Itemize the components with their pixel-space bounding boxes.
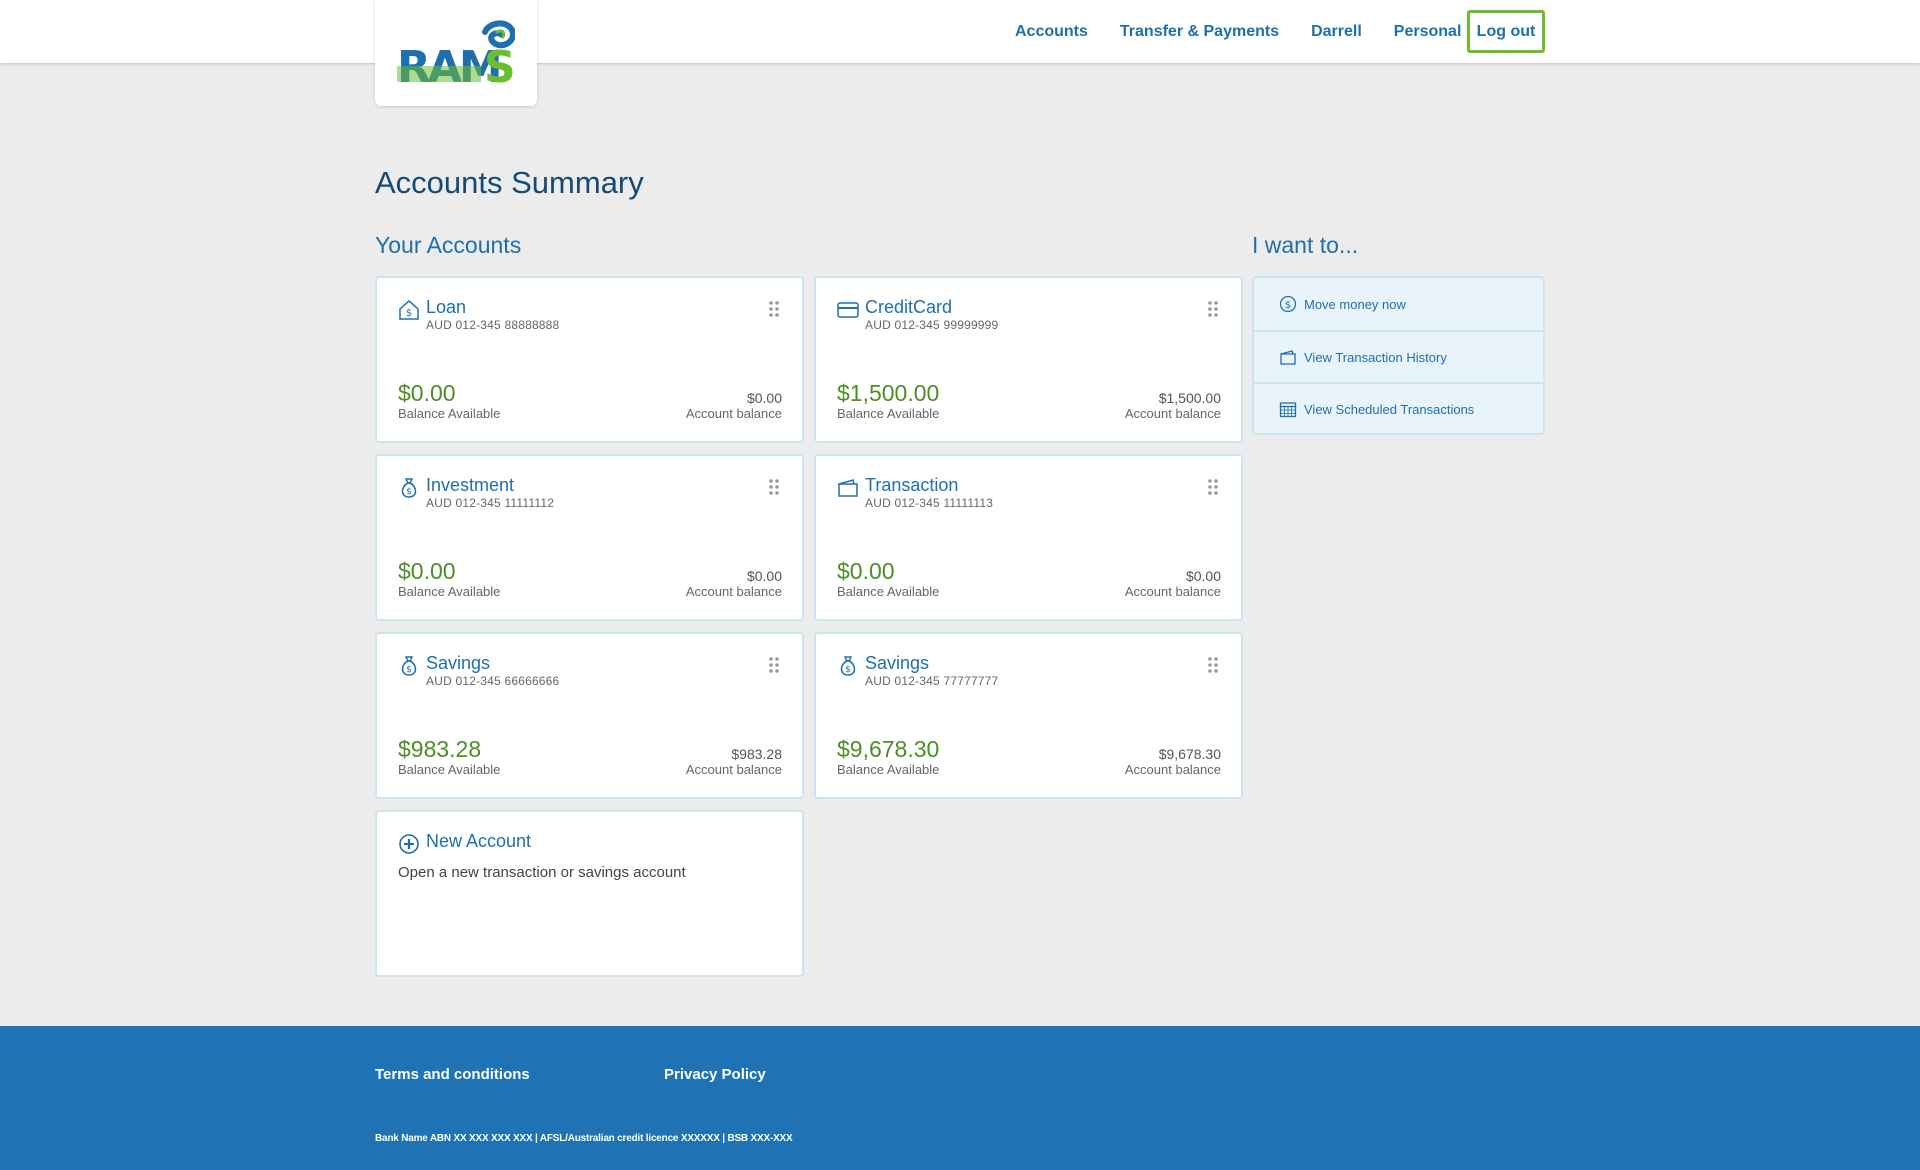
account-balance-value: $0.00: [746, 568, 782, 584]
account-card-savings-2[interactable]: $ Savings AUD 012-345 77777777 $9,678.30…: [814, 632, 1243, 799]
svg-text:$: $: [1285, 300, 1291, 311]
account-number: AUD 012-345 66666666: [426, 674, 560, 688]
account-card-transaction[interactable]: Transaction AUD 012-345 11111113 $0.00 B…: [814, 454, 1243, 621]
rams-logo[interactable]: RAM S: [375, 0, 537, 106]
account-card-loan[interactable]: $ Loan AUD 012-345 88888888 $0.00 Balanc…: [375, 276, 804, 443]
i-want-to-title: I want to...: [1252, 232, 1359, 258]
account-balance-label: Account balance: [685, 762, 782, 777]
legal-text: Bank Name ABN XX XXX XXX XXX | AFSL/Aust…: [375, 1133, 793, 1144]
balance-available-value: $983.28: [398, 736, 482, 762]
account-card-savings-1[interactable]: $ Savings AUD 012-345 66666666 $983.28 B…: [375, 632, 804, 799]
account-name[interactable]: Savings: [865, 653, 929, 674]
balance-available-label: Balance Available: [837, 584, 940, 599]
balance-available-label: Balance Available: [398, 406, 501, 421]
account-number: AUD 012-345 88888888: [426, 318, 560, 332]
account-balance-value: $983.28: [731, 746, 782, 762]
account-balance-label: Account balance: [1124, 762, 1221, 777]
account-number: AUD 012-345 77777777: [865, 674, 999, 688]
privacy-link[interactable]: Privacy Policy: [664, 1066, 766, 1083]
balance-available-value: $1,500.00: [837, 380, 940, 406]
dollar-circle-icon: $: [1279, 295, 1297, 313]
page-title: Accounts Summary: [375, 165, 644, 200]
drag-handle-icon[interactable]: [768, 656, 780, 674]
move-money-now-link[interactable]: $ Move money now: [1254, 278, 1543, 330]
logout-button[interactable]: Log out: [1467, 10, 1545, 53]
account-balance-value: $0.00: [1185, 568, 1221, 584]
account-card-investment[interactable]: $ Investment AUD 012-345 11111112 $0.00 …: [375, 454, 804, 621]
nav-personal[interactable]: Personal: [1394, 23, 1462, 41]
footer: Terms and conditions Privacy Policy Bank…: [0, 1026, 1920, 1170]
top-header: [0, 0, 1920, 63]
account-card-creditcard[interactable]: CreditCard AUD 012-345 99999999 $1,500.0…: [814, 276, 1243, 443]
svg-text:S: S: [484, 42, 515, 84]
account-name[interactable]: Transaction: [865, 475, 958, 496]
account-balance-label: Account balance: [685, 584, 782, 599]
svg-text:$: $: [845, 665, 851, 675]
drag-handle-icon[interactable]: [768, 300, 780, 318]
view-transaction-history-label: View Transaction History: [1304, 349, 1447, 365]
balance-available-label: Balance Available: [837, 406, 940, 421]
svg-text:$: $: [406, 487, 412, 497]
account-balance-label: Account balance: [685, 406, 782, 421]
balance-available-label: Balance Available: [398, 584, 501, 599]
account-number: AUD 012-345 11111113: [865, 496, 994, 510]
balance-available-label: Balance Available: [837, 762, 940, 777]
i-want-to-panel: $ Move money now View Transaction Histor…: [1252, 276, 1545, 435]
account-name[interactable]: Loan: [426, 297, 466, 318]
account-balance-value: $9,678.30: [1158, 746, 1221, 762]
terms-link[interactable]: Terms and conditions: [375, 1066, 530, 1083]
main-nav: Accounts Transfer & Payments Darrell Per…: [1015, 10, 1493, 53]
account-balance-label: Account balance: [1124, 584, 1221, 599]
account-number: AUD 012-345 11111112: [426, 496, 555, 510]
wallet-icon: [838, 479, 858, 497]
drag-handle-icon[interactable]: [1207, 656, 1219, 674]
drag-handle-icon[interactable]: [1207, 478, 1219, 496]
money-bag-icon: $: [840, 656, 856, 676]
plus-circle-icon: [399, 834, 419, 854]
account-balance-value: $1,500.00: [1158, 390, 1221, 406]
balance-available-value: $0.00: [398, 558, 456, 584]
account-name[interactable]: Investment: [426, 475, 514, 496]
nav-accounts[interactable]: Accounts: [1015, 23, 1088, 41]
balance-available-value: $0.00: [398, 380, 456, 406]
view-scheduled-transactions-link[interactable]: View Scheduled Transactions: [1254, 382, 1543, 434]
account-name[interactable]: Savings: [426, 653, 490, 674]
wallet-icon: [1280, 350, 1296, 365]
calendar-icon: [1279, 402, 1297, 418]
balance-available-value: $9,678.30: [837, 736, 940, 762]
drag-handle-icon[interactable]: [768, 478, 780, 496]
account-balance-label: Account balance: [1124, 406, 1221, 421]
view-scheduled-transactions-label: View Scheduled Transactions: [1304, 401, 1475, 417]
drag-handle-icon[interactable]: [1207, 300, 1219, 318]
your-accounts-title: Your Accounts: [375, 232, 522, 258]
account-name[interactable]: CreditCard: [865, 297, 952, 318]
money-bag-icon: $: [401, 656, 417, 676]
balance-available-value: $0.00: [837, 558, 895, 584]
credit-card-icon: [837, 302, 859, 318]
house-dollar-icon: $: [399, 299, 419, 320]
nav-transfer-payments[interactable]: Transfer & Payments: [1120, 23, 1279, 41]
balance-available-label: Balance Available: [398, 762, 501, 777]
svg-text:$: $: [406, 308, 412, 319]
move-money-now-label: Move money now: [1304, 296, 1406, 312]
rams-logo-graphic: RAM S: [397, 20, 515, 84]
account-number: AUD 012-345 99999999: [865, 318, 999, 332]
nav-darrell[interactable]: Darrell: [1311, 23, 1362, 41]
account-balance-value: $0.00: [746, 390, 782, 406]
new-account-title[interactable]: New Account: [426, 831, 531, 852]
new-account-description: Open a new transaction or savings accoun…: [398, 864, 686, 881]
svg-text:$: $: [406, 665, 412, 675]
view-transaction-history-link[interactable]: View Transaction History: [1254, 330, 1543, 382]
money-bag-icon: $: [401, 478, 417, 498]
new-account-card[interactable]: New Account Open a new transaction or sa…: [375, 810, 804, 977]
